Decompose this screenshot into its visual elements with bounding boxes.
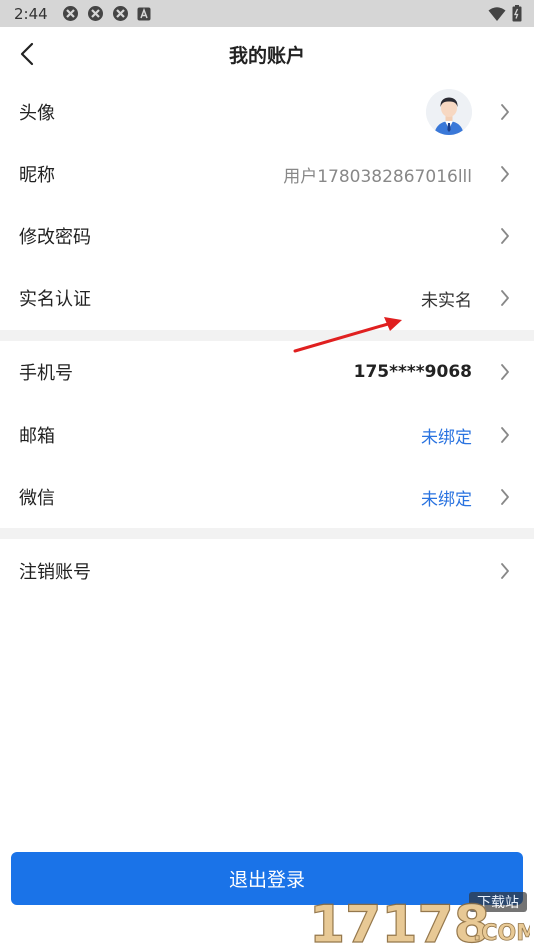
avatar [426,89,472,135]
row-label: 微信 [19,488,55,509]
keyboard-a-icon [137,7,151,20]
status-bar: 2:44 [0,0,534,27]
chevron-right-icon [501,166,509,182]
row-nickname[interactable]: 昵称 用户1780382867016lll [0,143,534,205]
row-email[interactable]: 邮箱 未绑定 [0,404,534,466]
chevron-right-icon [501,563,509,579]
nickname-value: 用户1780382867016lll [283,166,472,187]
logout-button-label: 退出登录 [228,869,305,891]
annotation-arrow [293,317,402,353]
app-notification-icon [112,6,128,21]
row-label: 修改密码 [19,227,91,248]
row-phone[interactable]: 手机号 175****9068 [0,341,534,403]
row-label: 实名认证 [19,289,91,310]
wifi-icon [488,6,506,21]
row-label: 邮箱 [19,426,55,447]
chevron-right-icon [501,364,509,380]
row-wechat[interactable]: 微信 未绑定 [0,466,534,528]
site-watermark-logo: 下载站 17178 .COM [308,892,530,948]
row-label: 昵称 [19,165,55,186]
battery-icon [512,5,522,22]
user-avatar-icon [426,89,472,135]
verification-status: 未实名 [421,290,472,311]
phone-value: 175****9068 [353,362,472,382]
chevron-right-icon [501,228,509,244]
row-avatar[interactable]: 头像 [0,81,534,143]
row-label: 头像 [19,103,55,124]
navigation-bar: 我的账户 [0,27,534,79]
row-change-password[interactable]: 修改密码 [0,205,534,267]
status-time: 2:44 [14,4,48,23]
system-icons [488,5,522,22]
section-divider [0,528,534,539]
watermark-main: 17178 [309,895,490,948]
chevron-right-icon [501,489,509,505]
chevron-right-icon [501,104,509,120]
row-label: 手机号 [19,363,73,384]
wechat-bind-status: 未绑定 [421,489,472,510]
page-title: 我的账户 [228,45,305,67]
chevron-right-icon [501,427,509,443]
row-label: 注销账号 [19,562,91,583]
email-bind-status: 未绑定 [421,427,472,448]
chevron-right-icon [501,290,509,306]
app-notification-icon [62,6,78,21]
app-notification-icon [87,6,103,21]
watermark-domain: .COM [473,921,530,946]
notification-icons [62,5,151,22]
row-real-name-verification[interactable]: 实名认证 未实名 [0,267,534,329]
section-divider [0,330,534,341]
row-delete-account[interactable]: 注销账号 [0,540,534,602]
